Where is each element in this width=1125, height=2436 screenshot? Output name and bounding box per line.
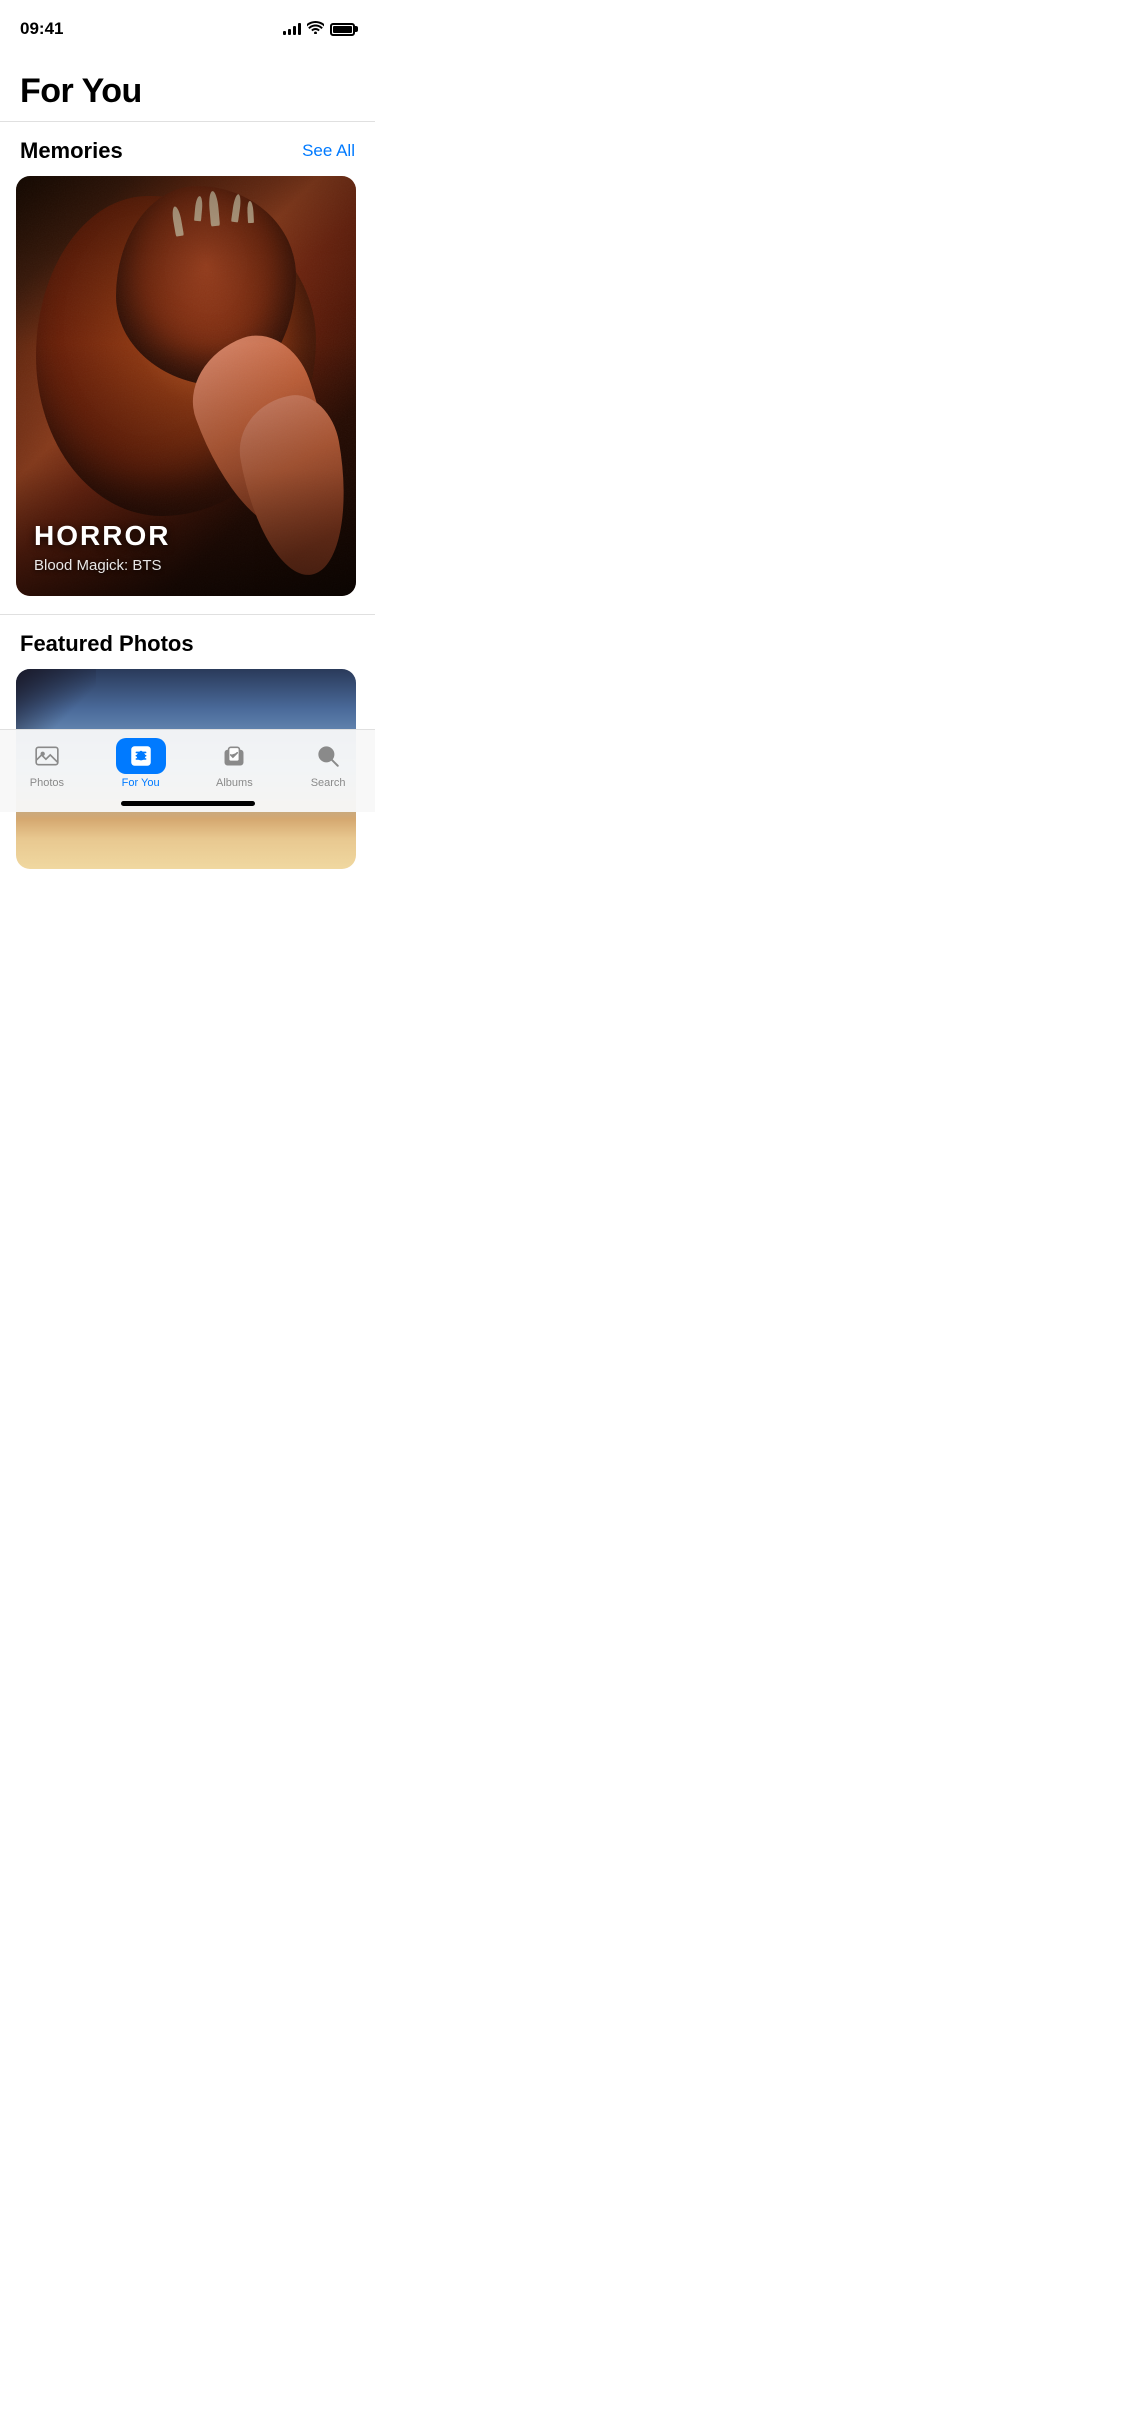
tab-photos[interactable]: Photos [12, 738, 82, 789]
photos-tab-label: Photos [30, 777, 64, 789]
see-all-memories-button[interactable]: See All [302, 141, 355, 161]
battery-icon [330, 23, 355, 36]
memory-card-background: HORROR Blood Magick: BTS [16, 176, 356, 596]
for-you-tab-label: For You [122, 777, 160, 789]
memories-section-header: Memories See All [0, 122, 375, 176]
status-bar: 09:41 [0, 0, 375, 44]
tab-bar: Photos For You Albums [0, 729, 375, 812]
for-you-icon-wrapper [116, 738, 166, 774]
albums-icon [221, 743, 247, 769]
search-tab-label: Search [311, 777, 346, 789]
photo-dark-corner [16, 669, 96, 729]
tab-for-you[interactable]: For You [106, 738, 176, 789]
memory-card-text: HORROR Blood Magick: BTS [16, 501, 356, 596]
memories-title: Memories [20, 138, 123, 164]
featured-section-header: Featured Photos [0, 615, 375, 669]
home-indicator [121, 801, 255, 806]
tab-search[interactable]: Search [293, 738, 363, 789]
status-time: 09:41 [20, 19, 63, 39]
memory-card[interactable]: HORROR Blood Magick: BTS [16, 176, 356, 596]
wifi-icon [307, 21, 324, 37]
featured-photos-title: Featured Photos [20, 631, 194, 657]
albums-icon-wrapper [209, 738, 259, 774]
tab-albums[interactable]: Albums [199, 738, 269, 789]
signal-icon [283, 23, 301, 35]
for-you-icon [128, 743, 154, 769]
search-icon [315, 743, 341, 769]
search-icon-wrapper [303, 738, 353, 774]
photos-icon-wrapper [22, 738, 72, 774]
photos-icon [34, 743, 60, 769]
memory-subtitle: Blood Magick: BTS [34, 557, 338, 574]
memory-genre: HORROR [34, 521, 338, 552]
page-title: For You [0, 44, 375, 121]
albums-tab-label: Albums [216, 777, 253, 789]
status-icons [283, 21, 355, 37]
